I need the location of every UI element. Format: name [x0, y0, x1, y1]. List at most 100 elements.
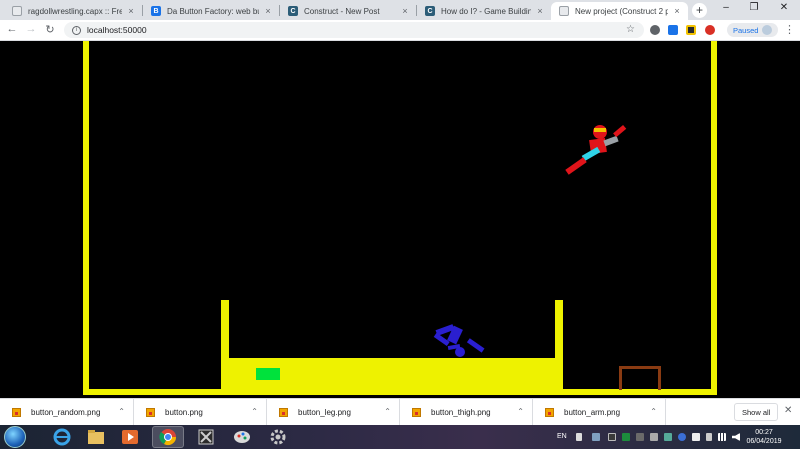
download-item[interactable]: button.png ⌃ [134, 399, 267, 425]
blue-fighter-forearm [433, 332, 450, 347]
tab-strip: ragdollwrestling.capx :: Free File × B D… [0, 0, 800, 20]
bookmark-star-icon[interactable]: ☆ [626, 24, 635, 35]
chevron-up-icon[interactable]: ⌃ [251, 407, 258, 416]
platform-left-post [221, 300, 229, 395]
tab-label: How do I? - Game Building Help [441, 6, 531, 16]
download-filename: button.png [165, 407, 203, 417]
right-wall [711, 41, 717, 393]
info-icon[interactable]: i [72, 25, 81, 35]
download-item[interactable]: button_arm.png ⌃ [533, 399, 666, 425]
tray-app-icon[interactable] [622, 433, 630, 441]
construct-favicon-icon: C [425, 6, 435, 16]
chevron-up-icon[interactable]: ⌃ [650, 407, 657, 416]
forward-arrow-icon[interactable]: → [24, 23, 38, 35]
chevron-up-icon[interactable]: ⌃ [517, 407, 524, 416]
tray-app-icon[interactable] [692, 433, 700, 441]
screen: ragdollwrestling.capx :: Free File × B D… [0, 0, 800, 449]
green-block[interactable] [256, 368, 280, 380]
tab-close-icon[interactable]: × [672, 6, 682, 16]
png-file-icon [146, 407, 155, 417]
tab-close-icon[interactable]: × [400, 6, 410, 16]
chrome-icon[interactable] [152, 426, 184, 448]
png-file-icon [545, 407, 554, 417]
tray-app-icon[interactable] [636, 433, 644, 441]
new-tab-button[interactable]: + [692, 3, 707, 18]
settings-gear-icon[interactable] [262, 426, 294, 448]
download-item[interactable]: button_random.png ⌃ [0, 399, 134, 425]
profile-status: Paused [733, 25, 759, 35]
internet-explorer-icon[interactable] [46, 426, 78, 448]
tray-app-icon[interactable] [650, 433, 658, 441]
tab-close-icon[interactable]: × [263, 6, 273, 16]
avatar [762, 25, 773, 35]
tab-new-project[interactable]: New project (Construct 2 preview) × [551, 2, 688, 20]
file-explorer-icon[interactable] [80, 426, 112, 448]
png-file-icon [279, 407, 288, 417]
download-filename: button_leg.png [298, 407, 351, 417]
download-filename: button_random.png [31, 407, 101, 417]
downloads-shelf: button_random.png ⌃ button.png ⌃ button_… [0, 398, 800, 425]
button-factory-favicon-icon: B [151, 6, 161, 16]
tab-label: Construct - New Post [304, 6, 380, 16]
chevron-up-icon[interactable]: ⌃ [118, 407, 125, 416]
red-fighter-fist [613, 124, 627, 138]
tab-label: ragdollwrestling.capx :: Free File [28, 6, 122, 16]
game-scene[interactable] [0, 41, 800, 398]
download-filename: button_thigh.png [431, 407, 491, 417]
extension-icon[interactable] [650, 25, 660, 35]
bluetooth-icon[interactable] [678, 433, 686, 441]
tab-label: Da Button Factory: web button [167, 6, 259, 16]
download-item[interactable]: button_thigh.png ⌃ [400, 399, 533, 425]
chevron-up-icon[interactable]: ⌃ [384, 407, 391, 416]
window-close-button[interactable]: ✕ [774, 2, 794, 13]
battery-icon[interactable] [706, 433, 712, 441]
back-arrow-icon[interactable]: ← [5, 23, 19, 35]
search-extension-icon[interactable] [668, 25, 678, 35]
media-player-icon[interactable] [114, 426, 146, 448]
game-canvas[interactable] [0, 41, 800, 398]
adblock-icon[interactable] [705, 25, 715, 35]
minimize-button[interactable]: – [716, 2, 736, 13]
preview-favicon-icon [559, 6, 569, 16]
tab-ragdollwrestling[interactable]: ragdollwrestling.capx :: Free File × [4, 2, 142, 20]
construct-favicon-icon: C [288, 6, 298, 16]
platform-right-post [555, 300, 563, 395]
system-clock[interactable]: 00:27 06/04/2019 [744, 428, 784, 446]
app-icon[interactable] [190, 426, 222, 448]
steam-icon[interactable] [608, 433, 616, 441]
tab-how-do-i[interactable]: C How do I? - Game Building Help × [417, 2, 551, 20]
paint-icon[interactable] [226, 426, 258, 448]
profile-button[interactable]: Paused [727, 23, 779, 37]
restore-button[interactable]: ❐ [744, 2, 764, 13]
tray-app-icon[interactable] [664, 433, 672, 441]
address-bar[interactable]: i localhost:50000 [64, 22, 644, 38]
menu-dots-icon[interactable]: ⋮ [784, 23, 795, 36]
tab-button-factory[interactable]: B Da Button Factory: web button × [143, 2, 279, 20]
red-fighter-leg [565, 157, 587, 175]
signal-icon[interactable] [718, 433, 726, 441]
extension-icon[interactable] [686, 25, 696, 35]
download-item[interactable]: button_leg.png ⌃ [267, 399, 400, 425]
goal-frame-left [619, 366, 622, 390]
left-wall [83, 41, 89, 393]
language-indicator[interactable]: EN [557, 433, 567, 440]
start-button[interactable] [4, 426, 26, 448]
tray-chevron-icon[interactable] [576, 433, 582, 441]
file-favicon-icon [12, 6, 22, 16]
tab-close-icon[interactable]: × [535, 6, 545, 16]
tab-close-icon[interactable]: × [126, 6, 136, 16]
tray-shield-icon[interactable] [592, 433, 600, 441]
volume-icon[interactable] [732, 433, 740, 441]
tab-construct-new-post[interactable]: C Construct - New Post × [280, 2, 416, 20]
png-file-icon [12, 407, 21, 417]
blue-fighter-leg [466, 338, 485, 353]
red-fighter-mask [594, 128, 606, 132]
download-filename: button_arm.png [564, 407, 621, 417]
blue-fighter[interactable] [433, 324, 485, 357]
reload-icon[interactable]: ↻ [43, 23, 57, 36]
red-fighter[interactable] [565, 124, 627, 175]
address-text: localhost:50000 [87, 25, 147, 35]
show-all-button[interactable]: Show all [734, 403, 779, 421]
close-shelf-icon[interactable]: ✕ [784, 405, 792, 416]
goal-frame-right [658, 366, 661, 390]
